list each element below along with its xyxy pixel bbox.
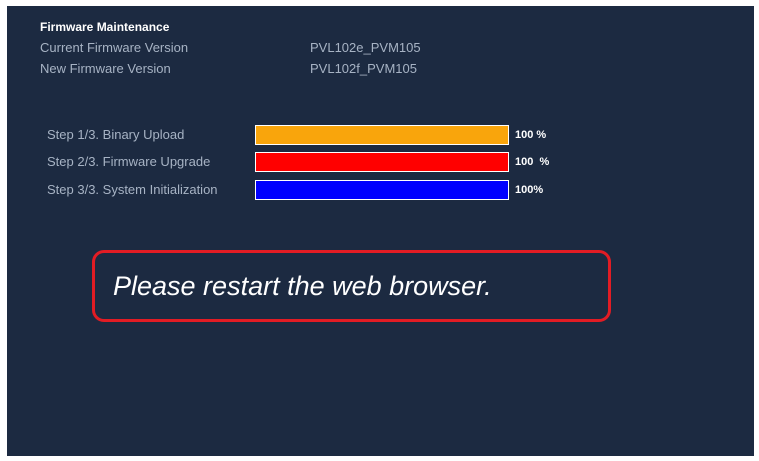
step-2-progress-bar	[255, 152, 509, 172]
new-firmware-value: PVL102f_PVM105	[310, 61, 417, 76]
step-1-percent: 100 %	[515, 129, 547, 141]
step-3-percent: 100%	[515, 184, 544, 196]
restart-message: Please restart the web browser.	[113, 270, 492, 301]
step-1-label: Step 1/3. Binary Upload	[47, 127, 185, 142]
step-1-progress-fill	[256, 126, 508, 144]
step-2-progress-fill	[256, 153, 508, 171]
page-title: Firmware Maintenance	[40, 20, 170, 34]
firmware-maintenance-panel: Firmware Maintenance Current Firmware Ve…	[7, 6, 754, 456]
new-firmware-label: New Firmware Version	[40, 61, 171, 76]
step-2-percent: 100 %	[515, 156, 550, 168]
step-1-progress-bar	[255, 125, 509, 145]
step-3-progress-fill	[256, 181, 508, 199]
current-firmware-label: Current Firmware Version	[40, 40, 189, 55]
step-3-progress-bar	[255, 180, 509, 200]
step-3-label: Step 3/3. System Initialization	[47, 182, 218, 197]
restart-message-box: Please restart the web browser.	[92, 250, 611, 322]
step-2-label: Step 2/3. Firmware Upgrade	[47, 154, 211, 169]
current-firmware-value: PVL102e_PVM105	[310, 40, 421, 55]
